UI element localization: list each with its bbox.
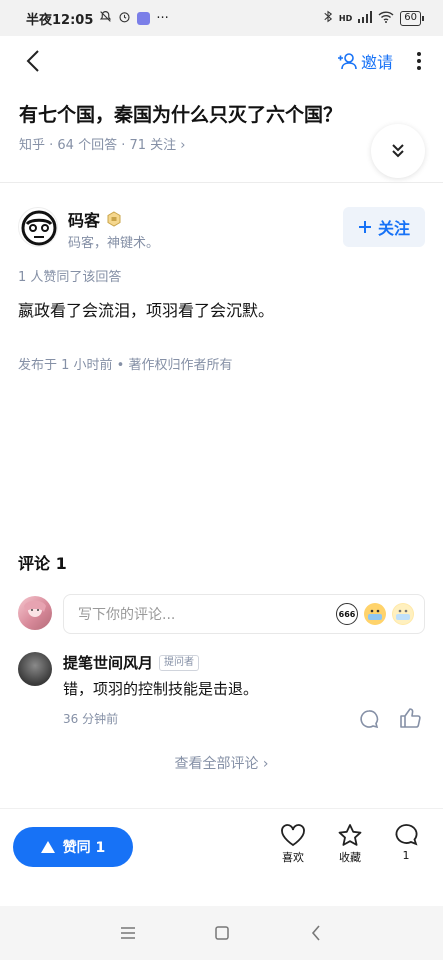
upvote-label: 赞同 1 [62, 840, 106, 856]
question-title[interactable]: 有七个国，秦国为什么只灭了六个国？ [19, 100, 419, 130]
emoji-shortcuts: 666 [336, 603, 414, 625]
follow-label: 关注 [377, 219, 410, 238]
home-nav-button[interactable] [211, 922, 233, 944]
star-icon [338, 824, 362, 846]
emoji-face-icon[interactable] [364, 603, 386, 625]
upvote-note[interactable]: 1 人赞同了该回答 [18, 266, 121, 285]
author-card: 码客 码客，神键术。 关注 [18, 205, 425, 251]
collapse-button[interactable] [371, 124, 425, 178]
follow-button[interactable]: 关注 [343, 207, 425, 247]
comment-like-button[interactable] [398, 706, 422, 730]
back-button[interactable] [18, 46, 48, 76]
back-triangle-icon [311, 925, 320, 941]
view-all-comments-link[interactable]: 查看全部评论 › [0, 753, 443, 773]
author-avatar[interactable] [18, 207, 58, 247]
double-chevron-down-icon [392, 144, 404, 158]
chevron-left-icon [26, 50, 39, 72]
comment-time: 36 分钟前 [63, 712, 119, 726]
author-name-row: 码客 [68, 207, 122, 231]
emoji-666-icon[interactable]: 666 [336, 603, 358, 625]
question-header: 有七个国，秦国为什么只灭了六个国？ 知乎 · 64 个回答 · 71 关注 › [19, 100, 419, 153]
comments-count: 1 [55, 554, 67, 573]
level-badge-icon [107, 211, 121, 227]
comment-button[interactable]: 1 [384, 823, 428, 862]
question-meta[interactable]: 知乎 · 64 个回答 · 71 关注 › [19, 134, 419, 153]
comment-input-placeholder: 写下你的评论... [78, 607, 176, 623]
collect-button[interactable]: 收藏 [328, 823, 372, 865]
comment-reply-button[interactable] [358, 708, 380, 730]
status-time: 半夜12:05 [26, 12, 94, 28]
plus-icon [358, 221, 371, 233]
square-home-icon [214, 926, 229, 940]
wifi-icon [378, 10, 394, 26]
cell-signal-icon [358, 10, 373, 26]
thumbs-up-icon [400, 708, 421, 728]
author-bio: 码客，神键术。 [68, 236, 160, 251]
more-vertical-icon [417, 52, 421, 70]
menu-lines-icon [120, 927, 135, 939]
app-notification-icon [137, 11, 151, 25]
bluetooth-icon [323, 10, 333, 26]
comments-title: 评论 1 [18, 550, 67, 574]
top-nav: 邀请 [0, 36, 443, 86]
my-avatar [18, 596, 52, 630]
add-user-icon [337, 53, 357, 70]
section-divider [0, 182, 443, 183]
more-options-button[interactable] [409, 46, 429, 76]
comment-count: 1 [402, 849, 410, 862]
battery-icon: 60 [400, 10, 424, 26]
reply-bubble-icon [360, 710, 379, 729]
bottom-action-bar: 赞同 1 喜欢 收藏 1 [0, 808, 443, 900]
commenter-name-row: 提笔世间风月 提问者 [63, 652, 200, 673]
back-nav-button[interactable] [305, 922, 327, 944]
commenter-avatar[interactable] [18, 652, 52, 686]
emoji-666-label: 666 [338, 609, 356, 619]
system-nav-bar [0, 906, 443, 960]
publish-info: 发布于 1 小时前 • 著作权归作者所有 [18, 358, 233, 373]
author-name[interactable]: 码客 [68, 207, 100, 231]
menu-nav-button[interactable] [117, 922, 139, 944]
like-label: 喜欢 [282, 851, 304, 864]
comment-text: 错，项羽的控制技能是击退。 [63, 680, 259, 698]
answer-body: 嬴政看了会流泪，项羽看了会沉默。 [18, 301, 275, 320]
comment-input[interactable]: 写下你的评论... 666 [63, 594, 425, 634]
comments-title-label: 评论 [18, 554, 51, 573]
collect-label: 收藏 [339, 851, 361, 864]
alarm-clock-icon [118, 10, 131, 27]
asker-tag: 提问者 [159, 654, 200, 671]
bell-muted-icon [99, 10, 112, 27]
emoji-face-pale-icon[interactable] [392, 603, 414, 625]
commenter-name[interactable]: 提笔世间风月 [63, 652, 153, 673]
comment-bubble-icon [395, 824, 418, 846]
invite-label: 邀请 [360, 53, 393, 72]
upvote-button[interactable]: 赞同 1 [13, 827, 133, 867]
signal-hd-label: HD [338, 13, 353, 23]
more-notifications-dots: ··· [156, 10, 169, 26]
triangle-up-icon [40, 841, 55, 853]
heart-icon [281, 824, 305, 847]
status-bar: 半夜12:05 ··· HD 60 [0, 0, 443, 36]
like-button[interactable]: 喜欢 [271, 823, 315, 865]
invite-button[interactable]: 邀请 [337, 49, 393, 73]
